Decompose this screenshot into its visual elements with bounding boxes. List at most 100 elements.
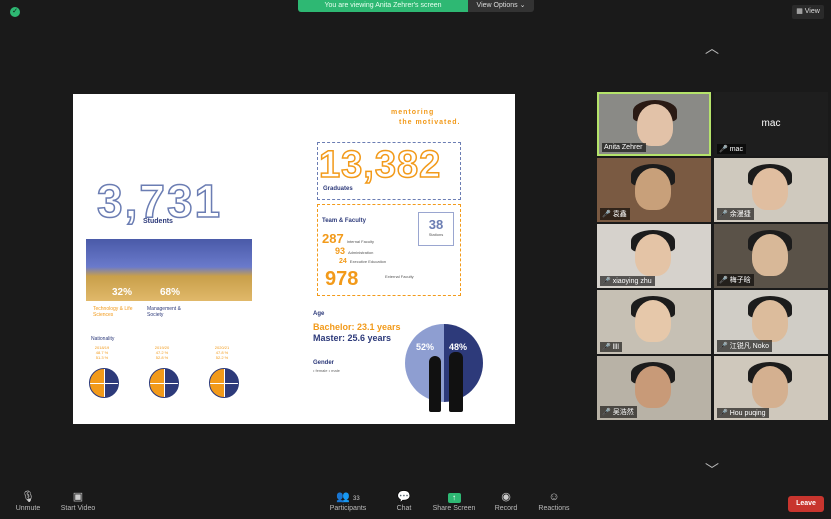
female-percent: 52%: [416, 342, 435, 352]
reactions-button[interactable]: ☺ Reactions: [536, 490, 572, 512]
external-number: 978: [325, 268, 359, 290]
admin-label: Administration: [348, 250, 374, 255]
chevron-down-icon[interactable]: ﹀: [702, 460, 722, 480]
participant-name: 🎤 Hou puqing: [717, 408, 769, 418]
graduates-number: 13,382: [318, 143, 442, 187]
year-column: 2020/21 47.8 % 52.2 %: [207, 345, 237, 360]
participant-name: 🎤 梅子晗: [717, 274, 754, 286]
year-pct-b: 52.8 %: [155, 355, 169, 360]
shared-slide: mentoring the motivated. 3,731 Students …: [73, 94, 515, 424]
internal-faculty-stat: 287 Internal Faculty: [322, 231, 374, 246]
video-off-icon: ▣: [72, 491, 84, 503]
share-screen-label: Share Screen: [432, 505, 476, 512]
globe-icon: [89, 368, 119, 398]
age-label: Age: [313, 311, 325, 317]
participants-label: Participants: [329, 505, 367, 512]
muted-mic-icon: 🎤: [602, 278, 611, 285]
participant-name: 🎤 吴浩然: [600, 406, 637, 418]
start-video-button[interactable]: ▣ Start Video: [56, 490, 100, 512]
participant-tile[interactable]: 🎤 xiaoying zhu: [597, 224, 711, 288]
participant-tile[interactable]: 🎤 llll: [597, 290, 711, 354]
administration-stat: 93 Administration: [335, 246, 373, 256]
participant-face: [635, 366, 671, 408]
participant-face: [635, 300, 671, 342]
nationality-label: Nationality: [91, 336, 115, 342]
participant-face: [635, 234, 671, 276]
female-silhouette: [429, 356, 441, 412]
stations-stat: 38 Stations: [418, 212, 454, 246]
year-column: 2019/20 47.2 % 52.8 %: [147, 345, 177, 360]
graduates-label: Graduates: [323, 186, 353, 192]
participant-name: 🎤 llll: [600, 342, 622, 352]
record-button[interactable]: ◉ Record: [490, 490, 522, 512]
students-label: Students: [143, 218, 173, 225]
participant-display-name: mac: [761, 118, 781, 129]
participant-tile[interactable]: 🎤 吴浩然: [597, 356, 711, 420]
gender-pie-chart: 52% 48%: [405, 324, 483, 402]
participant-tile[interactable]: 🎤 袁鑫: [597, 158, 711, 222]
start-video-label: Start Video: [60, 505, 96, 512]
unmute-label: Unmute: [15, 505, 41, 512]
executive-education-stat: 24 Executive Education: [339, 258, 386, 265]
muted-mic-icon: 🎤: [602, 211, 611, 218]
admin-number: 93: [335, 246, 346, 256]
stations-number: 38: [428, 217, 444, 232]
muted-mic-icon: 🎤: [719, 343, 728, 350]
exec-label: Executive Education: [349, 259, 387, 264]
participant-name: 🎤 江锐凡 Noko: [717, 340, 773, 352]
grid-icon: ▦: [796, 8, 803, 15]
participant-tile[interactable]: Anita Zehrer: [597, 92, 711, 156]
leave-button[interactable]: Leave: [788, 496, 824, 512]
participant-tile[interactable]: 🎤 余漫捷: [714, 158, 828, 222]
participant-name: 🎤 mac: [717, 144, 746, 154]
security-shield-icon[interactable]: ✓: [10, 7, 20, 17]
chevron-up-icon[interactable]: ︿: [702, 38, 722, 58]
globe-icon: [209, 368, 239, 398]
chat-icon: 💬: [397, 491, 411, 503]
participant-tile[interactable]: mac 🎤 mac: [714, 92, 828, 156]
reactions-label: Reactions: [538, 505, 570, 512]
viewing-screen-message: You are viewing Anita Zehrer's screen: [298, 0, 468, 12]
internal-label: Internal Faculty: [346, 239, 375, 244]
reactions-icon: ☺: [548, 491, 560, 503]
participants-icon: 👥 33: [336, 491, 360, 503]
globe-icon: [149, 368, 179, 398]
participant-tile[interactable]: 🎤 江锐凡 Noko: [714, 290, 828, 354]
participants-button[interactable]: 👥 33 Participants: [326, 490, 370, 512]
mgmt-caption: Management & Society: [147, 306, 181, 318]
participant-tile[interactable]: 🎤 梅子晗: [714, 224, 828, 288]
screen-share-banner: You are viewing Anita Zehrer's screen Vi…: [298, 0, 534, 12]
mgmt-percent: 68%: [160, 287, 181, 298]
male-percent: 48%: [449, 342, 468, 352]
participant-tile[interactable]: 🎤 Hou puqing: [714, 356, 828, 420]
record-icon: ◉: [501, 491, 511, 503]
year-column: 2018/19 48.7 % 51.3 %: [87, 345, 117, 360]
gender-label: Gender: [313, 360, 335, 366]
participant-face: [635, 168, 671, 210]
stations-label: Stations: [428, 232, 444, 237]
year-pct-b: 51.3 %: [95, 355, 109, 360]
tech-caption: Technology & Life Sciences: [93, 306, 133, 318]
male-silhouette: [449, 352, 463, 412]
meeting-toolbar: 🎙 Unmute ▣ Start Video 👥 33 Participants…: [0, 488, 831, 519]
slide-motto: mentoring the motivated.: [391, 108, 460, 128]
year-pct-b: 52.2 %: [215, 355, 229, 360]
participant-name: 🎤 袁鑫: [600, 208, 630, 220]
muted-mic-icon: 🎤: [602, 344, 611, 351]
view-options-button[interactable]: View Options ⌄: [468, 0, 534, 12]
muted-mic-icon: 🎤: [602, 409, 611, 416]
exec-number: 24: [339, 258, 347, 265]
bachelor-age: Bachelor: 23.1 years: [313, 322, 401, 332]
participant-name: 🎤 余漫捷: [717, 208, 754, 220]
unmute-button[interactable]: 🎙 Unmute: [10, 490, 46, 512]
chat-button[interactable]: 💬 Chat: [390, 490, 418, 512]
motto-line-1: mentoring: [391, 109, 435, 116]
share-screen-button[interactable]: ↑ Share Screen: [430, 490, 478, 512]
muted-mic-icon: 🎤: [719, 410, 728, 417]
view-button[interactable]: ▦ View: [792, 5, 824, 19]
muted-mic-icon: 🎤: [719, 146, 728, 153]
record-label: Record: [494, 505, 518, 512]
participants-count: 33: [353, 496, 360, 502]
participant-face: [752, 300, 788, 342]
muted-mic-icon: 🎙: [21, 491, 35, 503]
